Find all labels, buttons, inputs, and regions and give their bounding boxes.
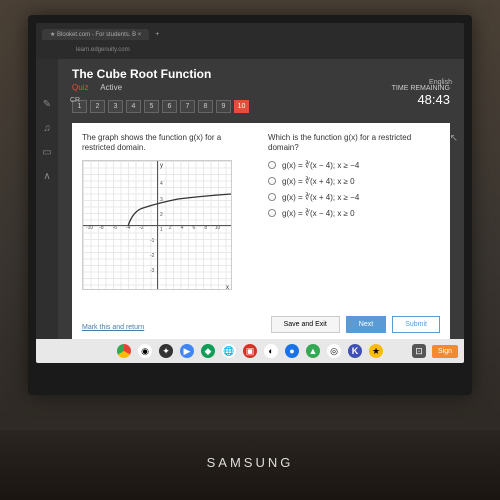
y-axis (157, 161, 158, 289)
laptop-brand: SAMSUNG (207, 455, 294, 470)
qnav-4[interactable]: 4 (126, 100, 141, 113)
app-icon-k[interactable]: K (348, 344, 362, 358)
option-a-label: g(x) = ∛(x − 4); x ≥ −4 (282, 161, 359, 170)
save-exit-button[interactable]: Save and Exit (271, 316, 340, 333)
collapse-icon[interactable]: ∧ (41, 171, 53, 183)
option-d[interactable]: g(x) = ∛(x − 4); x ≥ 0 (268, 209, 440, 218)
app-icon-9[interactable]: ▲ (306, 344, 320, 358)
tickx-8: 8 (204, 225, 207, 231)
lesson-status: Active (100, 83, 122, 92)
qnav-8[interactable]: 8 (198, 100, 213, 113)
lesson-title: The Cube Root Function (72, 67, 450, 81)
qnav-7[interactable]: 7 (180, 100, 195, 113)
tool-rail: ✎ ♫ ▭ ∧ (36, 59, 58, 363)
sign-button[interactable]: Sign (432, 345, 458, 358)
app-icon-5[interactable]: 🌐 (222, 344, 236, 358)
new-tab-button[interactable]: + (155, 31, 159, 38)
app-icon-1[interactable]: ◉ (138, 344, 152, 358)
radio-icon (268, 193, 276, 201)
qnav-5[interactable]: 5 (144, 100, 159, 113)
app-icon-2[interactable]: ✦ (159, 344, 173, 358)
lesson-mode: Quiz (72, 83, 88, 92)
tick-n1: -1 (150, 238, 154, 244)
app-icon-11[interactable]: ★ (369, 344, 383, 358)
qnav-6[interactable]: 6 (162, 100, 177, 113)
tickx-n4: -4 (126, 225, 130, 231)
tick-n2: -2 (150, 253, 154, 259)
tick-2: 2 (160, 212, 163, 218)
timer-label: TIME REMAINING (392, 85, 450, 92)
app-icon-3[interactable]: ▶ (180, 344, 194, 358)
chrome-icon[interactable] (117, 344, 131, 358)
tick-n3: -3 (150, 268, 154, 274)
taskbar: ◉ ✦ ▶ ◆ 🌐 ▣ ◐ ● ▲ ◎ K ★ ⊡ Sign (36, 339, 464, 363)
radio-icon (268, 177, 276, 185)
next-button[interactable]: Next (346, 316, 386, 333)
graph: y x 1 2 3 4 -1 -2 -3 2 4 6 8 10 -10 -8 -… (82, 160, 232, 290)
question-left-text: The graph shows the function g(x) for a … (82, 133, 254, 154)
y-axis-label: y (160, 163, 163, 169)
tab-title: Blooket.com - For students. B (57, 32, 136, 38)
tick-3: 3 (160, 197, 163, 203)
option-c[interactable]: g(x) = ∛(x + 4); x ≥ −4 (268, 193, 440, 202)
option-d-label: g(x) = ∛(x − 4); x ≥ 0 (282, 209, 355, 218)
tickx-n10: -10 (86, 225, 93, 231)
headphones-icon[interactable]: ♫ (41, 123, 53, 135)
qnav-2[interactable]: 2 (90, 100, 105, 113)
tickx-6: 6 (193, 225, 196, 231)
app-icon-10[interactable]: ◎ (327, 344, 341, 358)
radio-icon (268, 209, 276, 217)
option-a[interactable]: g(x) = ∛(x − 4); x ≥ −4 (268, 161, 440, 170)
browser-tab[interactable]: ★ Blooket.com - For students. B × (42, 29, 149, 40)
book-icon[interactable]: ▭ (41, 147, 53, 159)
x-axis-label: x (226, 285, 229, 291)
app-icon-4[interactable]: ◆ (201, 344, 215, 358)
timer-value: 48:43 (392, 92, 450, 107)
tickx-n6: -6 (113, 225, 117, 231)
cursor-icon: ↖ (450, 133, 458, 144)
tick-4: 4 (160, 181, 163, 187)
mark-return-link[interactable]: Mark this and return (82, 324, 144, 331)
tickx-n2: -2 (139, 225, 143, 231)
pencil-icon[interactable]: ✎ (41, 99, 53, 111)
app-icon-7[interactable]: ◐ (264, 344, 278, 358)
qnav-3[interactable]: 3 (108, 100, 123, 113)
option-b-label: g(x) = ∛(x + 4); x ≥ 0 (282, 177, 355, 186)
question-right-text: Which is the function g(x) for a restric… (268, 133, 440, 154)
question-panel: ↖ The graph shows the function g(x) for … (72, 123, 450, 341)
tickx-10: 10 (215, 225, 221, 231)
tray-icon[interactable]: ⊡ (412, 344, 426, 358)
cr-label: CR (70, 97, 80, 104)
radio-icon (268, 161, 276, 169)
tickx-n8: -8 (99, 225, 103, 231)
app-icon-6[interactable]: ▣ (243, 344, 257, 358)
url-bar[interactable]: learn.edgenuity.com (36, 45, 464, 59)
option-b[interactable]: g(x) = ∛(x + 4); x ≥ 0 (268, 177, 440, 186)
tickx-4: 4 (181, 225, 184, 231)
option-c-label: g(x) = ∛(x + 4); x ≥ −4 (282, 193, 359, 202)
app-icon-8[interactable]: ● (285, 344, 299, 358)
answer-options: g(x) = ∛(x − 4); x ≥ −4 g(x) = ∛(x + 4);… (268, 161, 440, 218)
tick-1: 1 (160, 227, 163, 233)
timer: TIME REMAINING 48:43 (392, 85, 450, 107)
browser-tab-bar: ★ Blooket.com - For students. B × + (36, 23, 464, 45)
qnav-10[interactable]: 10 (234, 100, 249, 113)
url-text: learn.edgenuity.com (76, 47, 130, 53)
submit-button[interactable]: Submit (392, 316, 440, 333)
tickx-2: 2 (169, 225, 172, 231)
qnav-9[interactable]: 9 (216, 100, 231, 113)
